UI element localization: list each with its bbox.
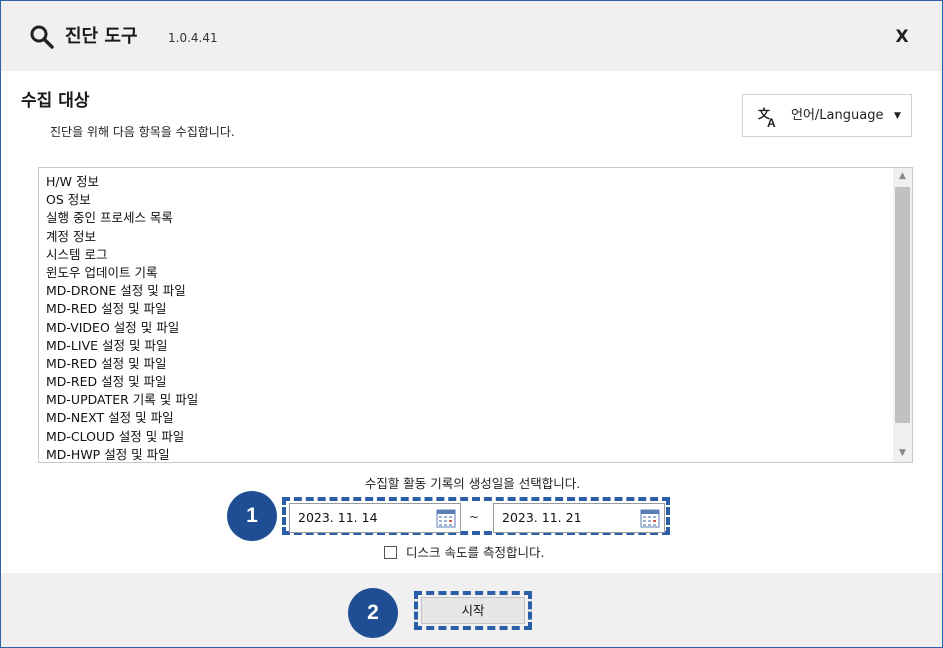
language-label: 언어/Language xyxy=(791,108,884,123)
list-item[interactable]: MD-RED 설정 및 파일 xyxy=(46,373,886,391)
list-item[interactable]: 실행 중인 프로세스 목록 xyxy=(46,209,886,227)
section-description: 진단을 위해 다음 항목을 수집합니다. xyxy=(50,125,235,139)
diagnostic-tool-window: 진단 도구 1.0.4.41 X 수집 대상 진단을 위해 다음 항목을 수집합… xyxy=(0,0,943,648)
translate-icon: 文 A xyxy=(758,106,776,128)
list-item[interactable]: MD-RED 설정 및 파일 xyxy=(46,300,886,318)
start-button-highlight: 시작 xyxy=(414,591,532,630)
list-item[interactable]: MD-LIVE 설정 및 파일 xyxy=(46,337,886,355)
step-badge-1: 1 xyxy=(227,491,277,541)
list-item[interactable]: 계정 정보 xyxy=(46,228,886,246)
collect-items: H/W 정보 OS 정보 실행 중인 프로세스 목록 계정 정보 시스템 로그 … xyxy=(46,173,886,462)
window-title: 진단 도구 xyxy=(65,26,138,47)
start-date-picker[interactable]: 2023. 11. 14 xyxy=(289,503,461,533)
title-bar: 진단 도구 1.0.4.41 X xyxy=(1,1,942,71)
disk-speed-label: 디스크 속도를 측정합니다. xyxy=(406,545,545,560)
chevron-down-icon: ▼ xyxy=(894,111,901,121)
list-item[interactable]: MD-DRONE 설정 및 파일 xyxy=(46,282,886,300)
date-range-caption: 수집할 활동 기록의 생성일을 선택합니다. xyxy=(364,476,581,491)
date-range-highlight: 2023. 11. 14 ~ 2023. 11. 21 xyxy=(282,497,670,535)
collect-target-list[interactable]: H/W 정보 OS 정보 실행 중인 프로세스 목록 계정 정보 시스템 로그 … xyxy=(38,167,913,463)
close-button[interactable]: X xyxy=(887,23,917,51)
checkbox-box[interactable] xyxy=(384,546,397,559)
list-item[interactable]: MD-UPDATER 기록 및 파일 xyxy=(46,391,886,409)
list-item[interactable]: MD-VIDEO 설정 및 파일 xyxy=(46,319,886,337)
step-badge-2: 2 xyxy=(348,588,398,638)
list-item[interactable]: H/W 정보 xyxy=(46,173,886,191)
list-item[interactable]: MD-HWP 설정 및 파일 xyxy=(46,446,886,462)
scroll-thumb[interactable] xyxy=(895,187,910,423)
start-date-value: 2023. 11. 14 xyxy=(298,510,378,525)
scroll-down-icon[interactable]: ▼ xyxy=(893,445,912,462)
list-item[interactable]: MD-CLOUD 설정 및 파일 xyxy=(46,428,886,446)
calendar-icon[interactable] xyxy=(436,508,456,528)
section-title: 수집 대상 xyxy=(21,91,90,111)
scroll-up-icon[interactable]: ▲ xyxy=(893,168,912,185)
language-dropdown[interactable]: 文 A 언어/Language ▼ xyxy=(742,94,912,137)
search-icon xyxy=(30,25,54,49)
start-button[interactable]: 시작 xyxy=(421,597,525,624)
list-scrollbar[interactable]: ▲ ▼ xyxy=(893,168,912,462)
list-item[interactable]: OS 정보 xyxy=(46,191,886,209)
list-item[interactable]: 시스템 로그 xyxy=(46,246,886,264)
end-date-value: 2023. 11. 21 xyxy=(502,510,582,525)
end-date-picker[interactable]: 2023. 11. 21 xyxy=(493,503,665,533)
calendar-icon[interactable] xyxy=(640,508,660,528)
list-item[interactable]: MD-RED 설정 및 파일 xyxy=(46,355,886,373)
list-item[interactable]: MD-NEXT 설정 및 파일 xyxy=(46,409,886,427)
svg-text:A: A xyxy=(767,116,776,128)
list-item[interactable]: 윈도우 업데이트 기록 xyxy=(46,264,886,282)
version-label: 1.0.4.41 xyxy=(168,31,218,45)
date-separator: ~ xyxy=(469,510,480,524)
